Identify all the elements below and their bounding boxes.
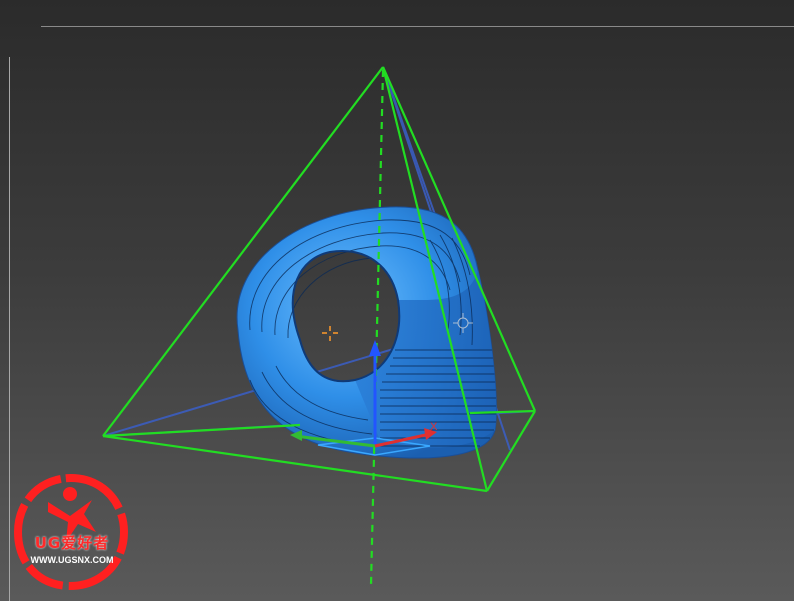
torus-hole-edge — [291, 250, 401, 383]
torus-model[interactable] — [236, 206, 497, 459]
logo-url-text: WWW.UGSNX.COM — [30, 555, 114, 565]
x-axis-label: X — [430, 421, 438, 433]
vertical-dashed-axis — [369, 69, 385, 586]
logo-brand-text: UG爱好者 — [34, 534, 110, 552]
graphics-viewport[interactable]: X UG爱好者 WWW.UGSNX.COM — [0, 0, 794, 601]
rotation-center-icon — [322, 326, 338, 341]
